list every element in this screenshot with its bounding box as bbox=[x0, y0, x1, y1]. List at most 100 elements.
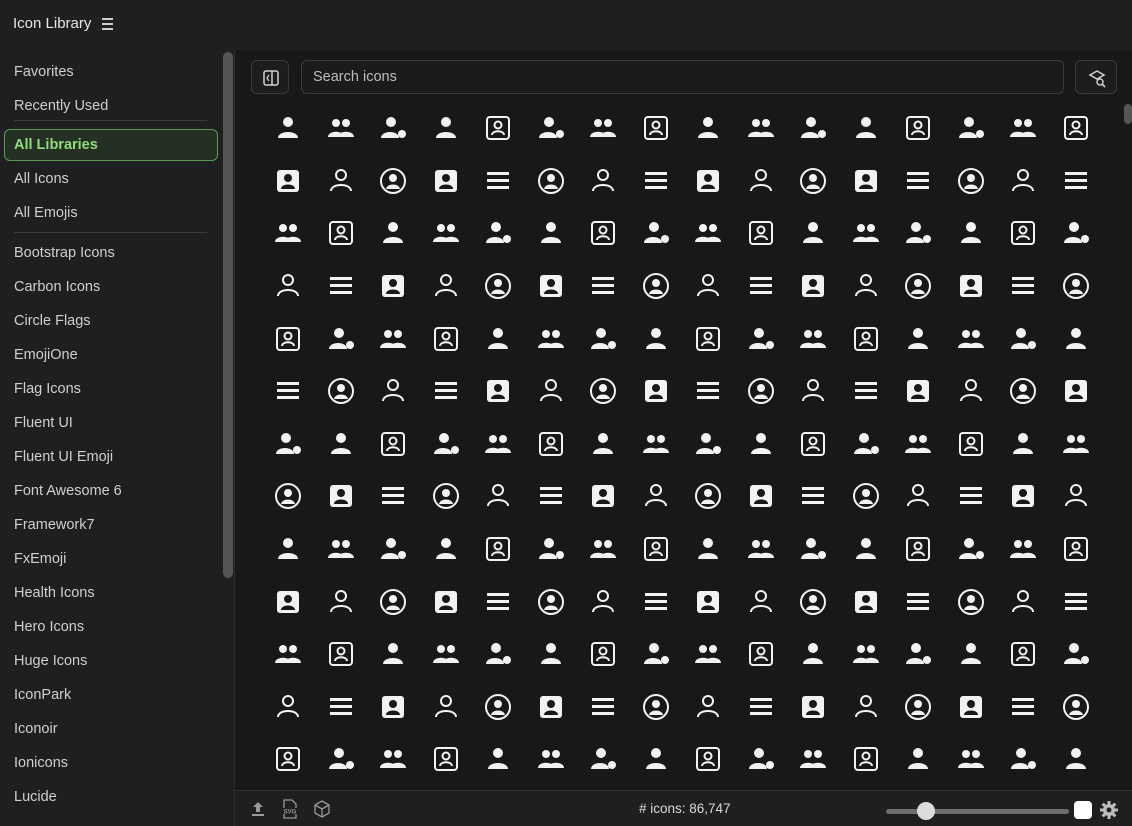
icon-tile[interactable] bbox=[525, 260, 578, 313]
icon-tile[interactable] bbox=[262, 155, 315, 208]
icon-tile[interactable] bbox=[945, 155, 998, 208]
icon-tile[interactable] bbox=[1050, 155, 1103, 208]
icon-tile[interactable] bbox=[945, 523, 998, 576]
icon-color-swatch[interactable] bbox=[1074, 801, 1092, 819]
icon-tile[interactable] bbox=[262, 312, 315, 365]
icon-tile[interactable] bbox=[472, 628, 525, 681]
sidebar-item-recently-used[interactable]: Recently Used bbox=[4, 90, 218, 122]
icon-tile[interactable] bbox=[525, 155, 578, 208]
icon-tile[interactable] bbox=[472, 681, 525, 734]
icon-tile[interactable] bbox=[1050, 523, 1103, 576]
icon-tile[interactable] bbox=[315, 733, 368, 786]
icon-tile[interactable] bbox=[682, 575, 735, 628]
icon-tile[interactable] bbox=[787, 681, 840, 734]
sidebar-item-all-icons[interactable]: All Icons bbox=[4, 163, 218, 195]
icon-tile[interactable] bbox=[577, 470, 630, 523]
sidebar-item-framework7[interactable]: Framework7 bbox=[4, 509, 218, 541]
icon-tile[interactable] bbox=[735, 575, 788, 628]
icon-tile[interactable] bbox=[525, 102, 578, 155]
icon-tile[interactable] bbox=[945, 733, 998, 786]
icon-tile[interactable] bbox=[840, 260, 893, 313]
icon-tile[interactable] bbox=[315, 470, 368, 523]
icon-tile[interactable] bbox=[1050, 102, 1103, 155]
icon-tile[interactable] bbox=[840, 207, 893, 260]
icon-tile[interactable] bbox=[840, 681, 893, 734]
icon-tile[interactable] bbox=[787, 575, 840, 628]
icon-tile[interactable] bbox=[997, 523, 1050, 576]
icon-tile[interactable] bbox=[577, 260, 630, 313]
icon-tile[interactable] bbox=[420, 260, 473, 313]
icon-tile[interactable] bbox=[787, 102, 840, 155]
icon-tile[interactable] bbox=[997, 312, 1050, 365]
icon-tile[interactable] bbox=[630, 523, 683, 576]
icon-tile[interactable] bbox=[315, 207, 368, 260]
icon-tile[interactable] bbox=[315, 102, 368, 155]
icon-tile[interactable] bbox=[472, 575, 525, 628]
icon-tile[interactable] bbox=[892, 207, 945, 260]
icon-tile[interactable] bbox=[682, 628, 735, 681]
sidebar-item-circle-flags[interactable]: Circle Flags bbox=[4, 305, 218, 337]
sidebar-item-flag-icons[interactable]: Flag Icons bbox=[4, 373, 218, 405]
icon-tile[interactable] bbox=[1050, 312, 1103, 365]
search-input[interactable] bbox=[301, 60, 1064, 94]
icon-tile[interactable] bbox=[630, 628, 683, 681]
icon-tile[interactable] bbox=[577, 733, 630, 786]
icon-tile[interactable] bbox=[472, 418, 525, 471]
icon-tile[interactable] bbox=[472, 207, 525, 260]
sidebar-item-carbon-icons[interactable]: Carbon Icons bbox=[4, 271, 218, 303]
sidebar-item-favorites[interactable]: Favorites bbox=[4, 56, 218, 88]
toggle-sidebar-button[interactable] bbox=[251, 60, 289, 94]
icon-tile[interactable] bbox=[420, 312, 473, 365]
icon-tile[interactable] bbox=[787, 418, 840, 471]
cube-icon[interactable] bbox=[311, 799, 333, 819]
icon-size-slider[interactable] bbox=[886, 809, 1069, 814]
icon-tile[interactable] bbox=[997, 155, 1050, 208]
icon-tile[interactable] bbox=[577, 575, 630, 628]
icon-tile[interactable] bbox=[840, 470, 893, 523]
icon-tile[interactable] bbox=[892, 628, 945, 681]
icon-tile[interactable] bbox=[577, 681, 630, 734]
icon-tile[interactable] bbox=[315, 628, 368, 681]
icon-tile[interactable] bbox=[262, 102, 315, 155]
icon-tile[interactable] bbox=[262, 523, 315, 576]
icon-tile[interactable] bbox=[945, 575, 998, 628]
icon-tile[interactable] bbox=[630, 733, 683, 786]
icon-tile[interactable] bbox=[472, 260, 525, 313]
icon-tile[interactable] bbox=[420, 102, 473, 155]
icon-tile[interactable] bbox=[682, 523, 735, 576]
icon-tile[interactable] bbox=[735, 523, 788, 576]
icon-tile[interactable] bbox=[630, 207, 683, 260]
sidebar-item-lucide[interactable]: Lucide bbox=[4, 781, 218, 813]
icon-tile[interactable] bbox=[735, 207, 788, 260]
sidebar-item-font-awesome-6[interactable]: Font Awesome 6 bbox=[4, 475, 218, 507]
icon-tile[interactable] bbox=[420, 628, 473, 681]
icon-tile[interactable] bbox=[262, 628, 315, 681]
icon-tile[interactable] bbox=[892, 418, 945, 471]
icon-tile[interactable] bbox=[472, 155, 525, 208]
icon-tile[interactable] bbox=[787, 207, 840, 260]
icon-tile[interactable] bbox=[315, 155, 368, 208]
icon-tile[interactable] bbox=[630, 102, 683, 155]
icon-tile[interactable] bbox=[682, 102, 735, 155]
icon-tile[interactable] bbox=[367, 260, 420, 313]
icon-tile[interactable] bbox=[525, 575, 578, 628]
icon-tile[interactable] bbox=[262, 418, 315, 471]
icon-tile[interactable] bbox=[262, 365, 315, 418]
icon-tile[interactable] bbox=[787, 470, 840, 523]
icon-tile[interactable] bbox=[315, 260, 368, 313]
icon-tile[interactable] bbox=[577, 418, 630, 471]
icon-tile[interactable] bbox=[892, 733, 945, 786]
sidebar-item-iconoir[interactable]: Iconoir bbox=[4, 713, 218, 745]
icon-tile[interactable] bbox=[577, 102, 630, 155]
icon-tile[interactable] bbox=[840, 102, 893, 155]
icon-tile[interactable] bbox=[315, 681, 368, 734]
icon-tile[interactable] bbox=[315, 575, 368, 628]
icon-tile[interactable] bbox=[262, 681, 315, 734]
icon-tile[interactable] bbox=[472, 365, 525, 418]
icon-tile[interactable] bbox=[682, 733, 735, 786]
icon-tile[interactable] bbox=[367, 681, 420, 734]
icon-tile[interactable] bbox=[735, 365, 788, 418]
icon-tile[interactable] bbox=[525, 312, 578, 365]
icon-tile[interactable] bbox=[262, 575, 315, 628]
icon-tile[interactable] bbox=[892, 523, 945, 576]
